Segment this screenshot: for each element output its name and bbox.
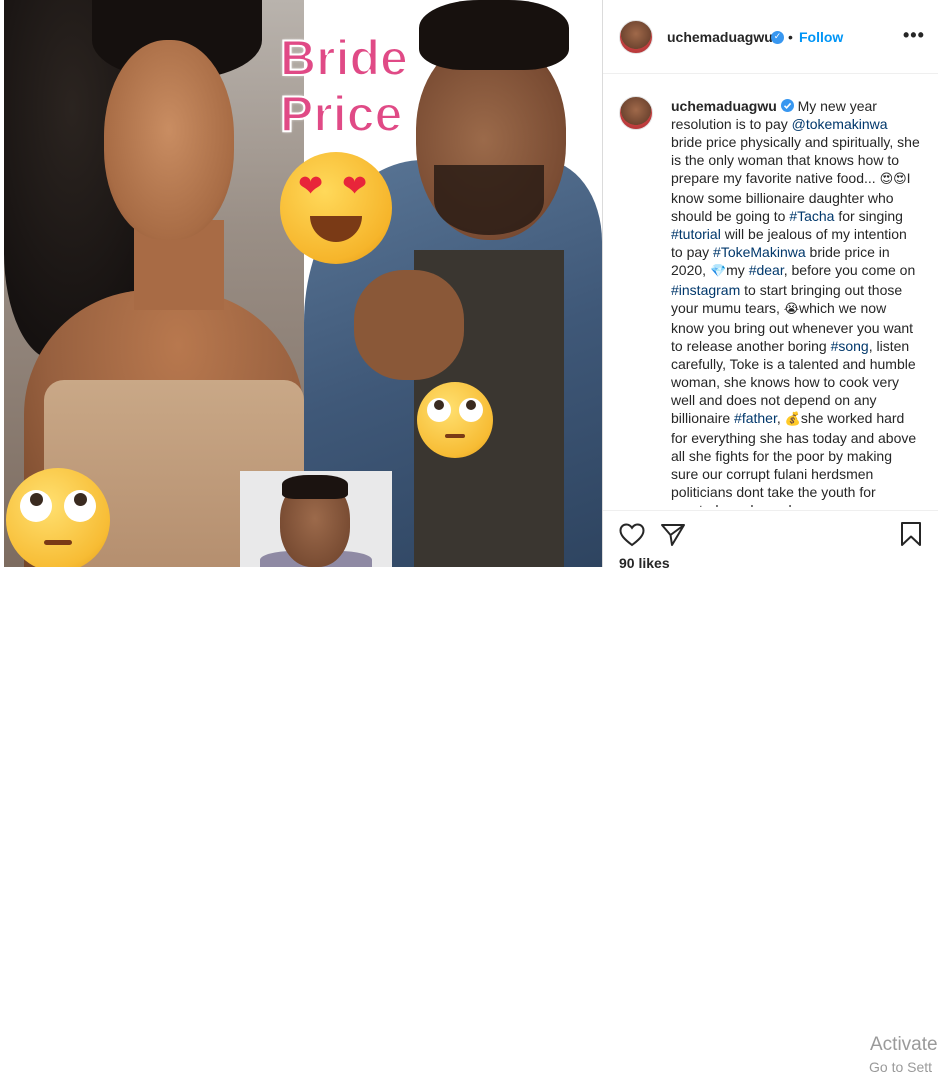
more-options-icon[interactable]: ••• bbox=[903, 25, 925, 46]
money-bag-emoji-icon: 💰 bbox=[784, 412, 801, 427]
post-side-panel: uchemaduagwu ✓ • Follow ••• uchemaduagwu… bbox=[603, 0, 938, 1075]
post-caption: uchemaduagwu My new year resolution is t… bbox=[671, 97, 921, 507]
caption-text: , bbox=[776, 410, 785, 426]
man-beard bbox=[434, 165, 544, 235]
overlay-title-line1: Bride bbox=[279, 29, 409, 87]
post-header: uchemaduagwu ✓ • Follow ••• bbox=[603, 0, 938, 74]
avatar[interactable] bbox=[619, 96, 653, 130]
mention-link[interactable]: @tokemakinwa bbox=[792, 116, 888, 132]
gem-emoji-icon: 💎 bbox=[709, 264, 727, 279]
header-username[interactable]: uchemaduagwu bbox=[667, 29, 773, 45]
heart-eyes-emoji-icon: ❤ ❤ bbox=[280, 152, 392, 264]
inset-hair bbox=[282, 475, 348, 499]
caption-text: for singing bbox=[834, 208, 903, 224]
like-heart-icon[interactable] bbox=[619, 523, 645, 547]
separator-dot: • bbox=[788, 29, 793, 45]
woman-face bbox=[104, 40, 234, 240]
activate-windows-watermark: Activate bbox=[870, 1034, 938, 1055]
verified-badge-icon bbox=[780, 99, 794, 112]
verified-badge-icon: ✓ bbox=[771, 31, 784, 44]
likes-count[interactable]: 90 likes bbox=[619, 555, 670, 571]
man-hand bbox=[354, 270, 464, 380]
crying-emoji-icon: 😭 bbox=[783, 302, 800, 317]
hashtag-link[interactable]: #Tacha bbox=[789, 208, 834, 224]
hashtag-link[interactable]: #father bbox=[734, 410, 777, 426]
inset-photo bbox=[240, 471, 392, 567]
caption-text: my bbox=[726, 262, 749, 278]
hashtag-link[interactable]: #dear bbox=[749, 262, 784, 278]
share-send-icon[interactable] bbox=[660, 523, 686, 547]
follow-button[interactable]: Follow bbox=[799, 29, 843, 45]
hashtag-link[interactable]: #song bbox=[831, 338, 869, 354]
instagram-post-view: Bride Price ❤ ❤ uchemaduagwu ✓ • Follow … bbox=[0, 0, 938, 1075]
avatar[interactable] bbox=[619, 20, 653, 54]
caption-text: , before you come on bbox=[783, 262, 916, 278]
heart-eyes-emoji-icon: 😍😍 bbox=[879, 172, 907, 187]
activate-windows-subtext: Go to Sett bbox=[869, 1059, 933, 1075]
overlay-title: Bride Price bbox=[279, 29, 409, 143]
save-bookmark-icon[interactable] bbox=[900, 521, 922, 547]
caption-username[interactable]: uchemaduagwu bbox=[671, 98, 777, 114]
eye-roll-emoji-icon bbox=[417, 382, 493, 458]
post-image[interactable]: Bride Price ❤ ❤ bbox=[4, 0, 602, 567]
eye-roll-emoji-icon bbox=[6, 468, 110, 567]
overlay-title-line2: Price bbox=[279, 85, 403, 143]
hashtag-link[interactable]: #tutorial bbox=[671, 226, 721, 242]
hashtag-link[interactable]: #instagram bbox=[671, 282, 740, 298]
hashtag-link[interactable]: #TokeMakinwa bbox=[713, 244, 806, 260]
man-hair bbox=[419, 0, 569, 70]
